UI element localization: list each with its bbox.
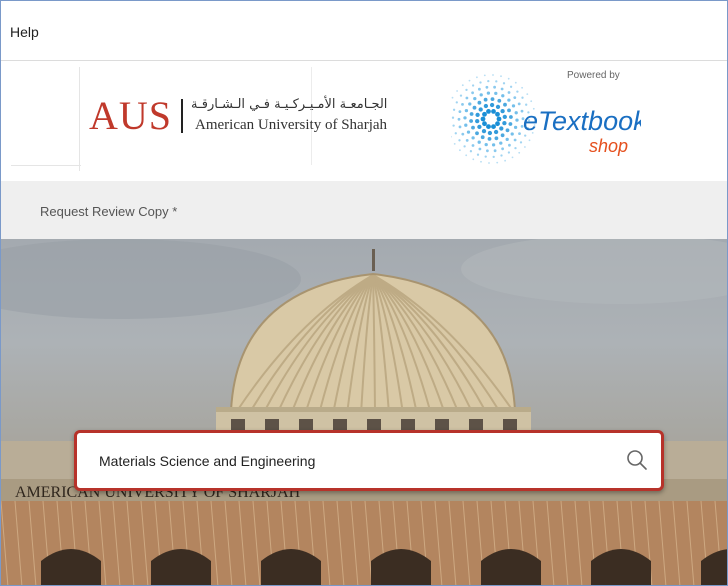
aus-logo-text[interactable]: AUS: [89, 92, 172, 139]
search-box[interactable]: [74, 430, 664, 491]
aus-english-name: American University of Sharjah: [195, 117, 388, 133]
search-icon[interactable]: [625, 448, 649, 472]
request-review-copy-link[interactable]: Request Review Copy *: [40, 204, 177, 219]
aus-arabic-name: الجـامعـة الأمـيـركـيـة فـي الـشـارقـة: [191, 97, 388, 112]
divider: [79, 67, 80, 171]
help-link[interactable]: Help: [10, 24, 39, 40]
logo-band: AUS الجـامعـة الأمـيـركـيـة فـي الـشـارق…: [1, 61, 727, 181]
top-bar: Help: [1, 1, 727, 61]
campus-building-illustration: AMERICAN UNIVERSITY OF SHARJAH: [1, 239, 727, 585]
shop-text: shop: [589, 136, 628, 156]
hero-image: AMERICAN UNIVERSITY OF SHARJAH: [1, 239, 727, 585]
divider: [11, 165, 81, 166]
aus-logo-separator: [181, 99, 183, 133]
browser-frame: Help AUS الجـامعـة الأمـيـركـيـة فـي الـ…: [0, 0, 728, 586]
etextbook-shop-logo[interactable]: eTextbook shop: [451, 67, 641, 167]
nav-strip: Request Review Copy *: [1, 181, 727, 239]
etextbook-text: eTextbook: [523, 106, 641, 136]
search-input[interactable]: [99, 450, 599, 472]
